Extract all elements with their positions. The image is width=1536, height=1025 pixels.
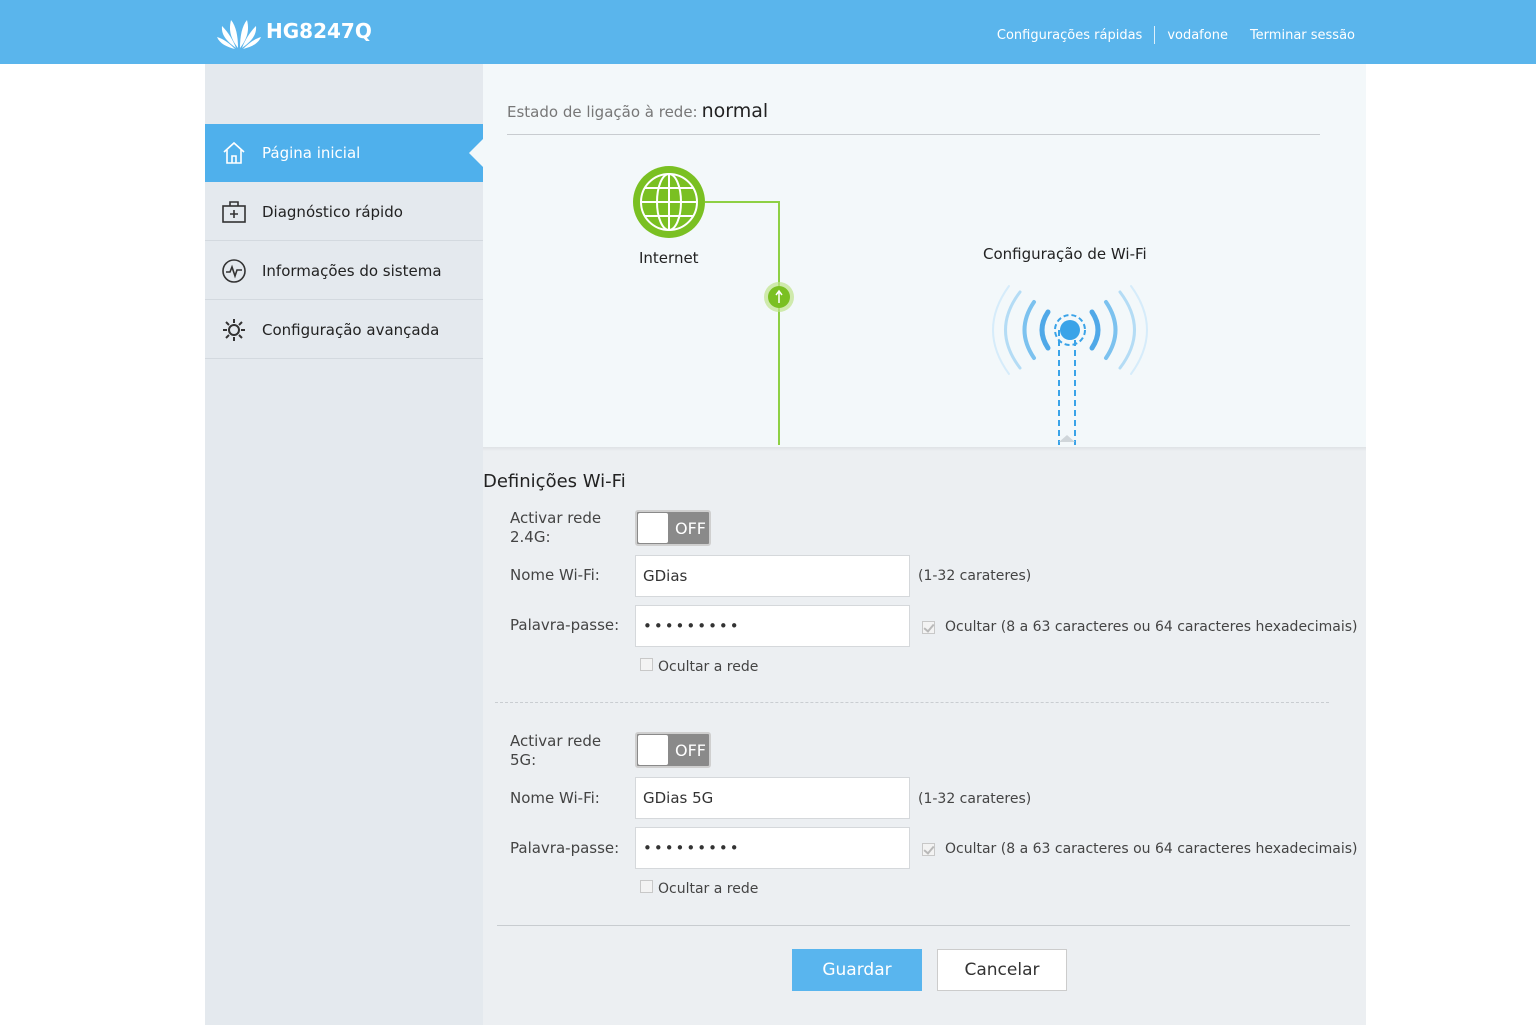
toggle-knob xyxy=(638,513,668,543)
password-24g-label: Palavra-passe: xyxy=(510,616,620,634)
huawei-logo-icon xyxy=(217,20,261,49)
home-icon xyxy=(221,140,247,166)
sidebar-item-label: Configuração avançada xyxy=(262,320,440,339)
hide-password-5g: Ocultar (8 a 63 caracteres ou 64 caracte… xyxy=(922,841,1358,857)
toggle-knob xyxy=(638,735,668,765)
cancel-button[interactable]: Cancelar xyxy=(937,949,1067,991)
hide-network-24g-label: Ocultar a rede xyxy=(658,659,759,675)
internet-globe-icon xyxy=(633,166,705,238)
hide-network-24g: Ocultar a rede xyxy=(640,657,759,675)
sidebar: Página inicial Diagnóstico rápido Inform… xyxy=(205,64,483,1025)
password-24g-input[interactable] xyxy=(635,605,910,647)
enable-24g-toggle[interactable]: OFF xyxy=(635,510,711,546)
enable-5g-toggle[interactable]: OFF xyxy=(635,732,711,768)
operator-link[interactable]: vodafone xyxy=(1167,28,1228,43)
password-5g-label: Palavra-passe: xyxy=(510,839,620,857)
hide-password-24g-checkbox[interactable] xyxy=(922,620,935,634)
nav-divider xyxy=(1154,26,1156,44)
hide-network-5g-label: Ocultar a rede xyxy=(658,881,759,897)
actions-divider xyxy=(497,925,1350,926)
hide-password-5g-label: Ocultar (8 a 63 caracteres ou 64 caracte… xyxy=(945,841,1358,857)
link-node-icon xyxy=(764,282,794,312)
hide-password-5g-checkbox[interactable] xyxy=(922,842,935,856)
section-shadow xyxy=(483,447,1366,451)
sidebar-item-label: Informações do sistema xyxy=(262,261,442,280)
toggle-state: OFF xyxy=(675,519,706,538)
hide-network-5g: Ocultar a rede xyxy=(640,879,759,897)
quick-config-link[interactable]: Configurações rápidas xyxy=(997,28,1142,43)
gear-icon xyxy=(221,317,247,343)
wifi-antenna-icon xyxy=(992,285,1148,445)
save-button[interactable]: Guardar xyxy=(792,949,922,991)
band-divider xyxy=(495,702,1329,703)
network-topology: Estado de ligação à rede: normal Interne… xyxy=(483,64,1366,449)
top-nav: Configurações rápidas vodafone Terminar … xyxy=(997,26,1355,44)
sidebar-item-label: Página inicial xyxy=(262,144,361,162)
pulse-icon xyxy=(221,258,247,284)
internet-link-line xyxy=(705,201,780,445)
hide-network-5g-checkbox[interactable] xyxy=(640,879,653,893)
ssid-5g-input[interactable] xyxy=(635,777,910,819)
wifi-settings-title: Definições Wi-Fi xyxy=(483,471,626,492)
sidebar-item-label: Diagnóstico rápido xyxy=(262,202,403,221)
toggle-state: OFF xyxy=(675,741,706,760)
logout-link[interactable]: Terminar sessão xyxy=(1250,28,1355,43)
sidebar-item-home[interactable]: Página inicial xyxy=(205,124,483,182)
first-aid-icon xyxy=(221,199,247,225)
topology-diagram xyxy=(633,166,1148,445)
top-header: HG8247Q Configurações rápidas vodafone T… xyxy=(0,0,1536,64)
sidebar-item-advanced[interactable]: Configuração avançada xyxy=(205,301,483,359)
device-model: HG8247Q xyxy=(266,19,372,43)
ssid-24g-label: Nome Wi-Fi: xyxy=(510,566,600,584)
ssid-24g-input[interactable] xyxy=(635,555,910,597)
enable-24g-label: Activar rede 2.4G: xyxy=(510,509,602,546)
main-panel: Estado de ligação à rede: normal Interne… xyxy=(483,64,1366,1025)
wifi-config-label[interactable]: Configuração de Wi-Fi xyxy=(983,245,1147,263)
hide-password-24g-label: Ocultar (8 a 63 caracteres ou 64 caracte… xyxy=(945,619,1358,635)
ssid-24g-hint: (1-32 carateres) xyxy=(918,568,1032,584)
ssid-5g-label: Nome Wi-Fi: xyxy=(510,789,600,807)
enable-5g-label: Activar rede 5G: xyxy=(510,732,602,769)
sidebar-item-diagnostics[interactable]: Diagnóstico rápido xyxy=(205,183,483,241)
hide-network-24g-checkbox[interactable] xyxy=(640,657,653,671)
password-5g-input[interactable] xyxy=(635,827,910,869)
sidebar-item-system-info[interactable]: Informações do sistema xyxy=(205,242,483,300)
hide-password-24g: Ocultar (8 a 63 caracteres ou 64 caracte… xyxy=(922,619,1358,635)
ssid-5g-hint: (1-32 carateres) xyxy=(918,791,1032,807)
internet-label: Internet xyxy=(639,249,699,267)
